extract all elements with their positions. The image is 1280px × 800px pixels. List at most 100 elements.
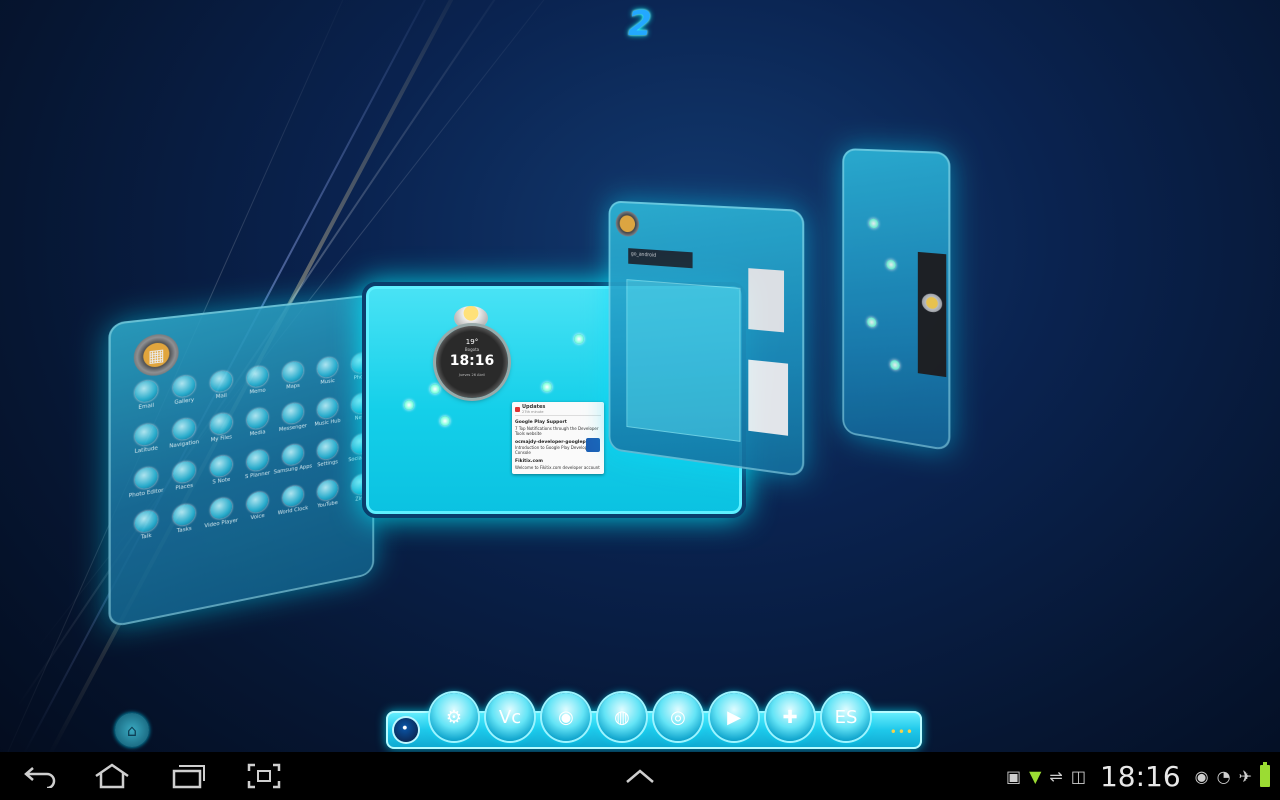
file-browser-bar: go_android bbox=[628, 248, 693, 269]
app-icon[interactable]: Maps bbox=[277, 360, 308, 392]
recent-apps-icon[interactable] bbox=[168, 762, 208, 790]
battery-icon bbox=[1260, 762, 1270, 787]
app-label: Latitude bbox=[134, 445, 158, 455]
play-store-icon[interactable]: ▶ bbox=[710, 693, 758, 741]
app-icon-image bbox=[317, 397, 338, 420]
widget-icon[interactable] bbox=[890, 359, 900, 371]
status-time: 18:16 bbox=[1099, 759, 1181, 793]
app-label: Tasks bbox=[176, 525, 192, 535]
chrome-icon[interactable]: ◎ bbox=[654, 693, 702, 741]
app-label: World Clock bbox=[277, 505, 309, 517]
chevron-up-icon[interactable] bbox=[620, 762, 660, 790]
maps-icon[interactable]: ✚ bbox=[766, 693, 814, 741]
app-icon[interactable]: Memo bbox=[242, 365, 274, 397]
clock-temperature: 19° bbox=[465, 338, 479, 346]
app-icon-image bbox=[210, 454, 233, 478]
app-label: Music Hub bbox=[314, 418, 341, 428]
app-icon-image bbox=[247, 407, 269, 430]
notification-item[interactable]: Fikitix.com Welcome to Fikitix.com devel… bbox=[515, 458, 601, 470]
app-label: S Planner bbox=[245, 470, 271, 481]
usb-notification-icon: ⇌ bbox=[1049, 766, 1063, 786]
widget-icon[interactable] bbox=[404, 400, 414, 410]
wifi-icon: ◔ bbox=[1216, 766, 1231, 786]
app-icon[interactable]: Mail bbox=[205, 369, 237, 402]
app-icon[interactable]: Latitude bbox=[129, 422, 163, 456]
app-icon[interactable]: Samsung Apps bbox=[274, 442, 312, 476]
app-icon-image bbox=[282, 484, 304, 508]
clock-time: 18:16 bbox=[449, 353, 495, 369]
facebook-icon[interactable] bbox=[542, 382, 552, 392]
home-icon[interactable] bbox=[92, 762, 132, 790]
app-icon[interactable]: Tasks bbox=[168, 502, 201, 536]
screen-far-right-preview[interactable] bbox=[842, 148, 951, 452]
app-icon[interactable]: My Files bbox=[205, 411, 237, 444]
app-icon[interactable]: Gallery bbox=[168, 374, 201, 407]
play-store-icon-glyph: ▶ bbox=[727, 706, 741, 728]
vc-app-icon[interactable]: Vc bbox=[486, 693, 534, 741]
app-icon-image bbox=[282, 443, 304, 467]
app-label: Photo Editor bbox=[128, 487, 164, 500]
es-file-explorer-icon[interactable]: ES bbox=[822, 693, 870, 741]
app-icon[interactable]: Email bbox=[129, 379, 163, 412]
weather-widget[interactable] bbox=[917, 251, 947, 378]
app-label: Media bbox=[249, 429, 266, 438]
app-label: YouTube bbox=[317, 500, 338, 510]
app-icon[interactable]: Navigation bbox=[168, 417, 201, 450]
dock-more-icon[interactable]: ••• bbox=[890, 725, 914, 739]
app-icon[interactable]: World Clock bbox=[277, 484, 308, 517]
app-icon[interactable]: Music Hub bbox=[312, 396, 342, 428]
app-icon-image bbox=[317, 356, 338, 379]
home-icon[interactable] bbox=[615, 210, 640, 238]
widget-icon[interactable] bbox=[430, 384, 440, 394]
app-icon[interactable]: S Note bbox=[205, 453, 237, 486]
app-icon-image bbox=[247, 448, 269, 472]
back-icon[interactable] bbox=[22, 762, 58, 790]
widget-icon[interactable] bbox=[868, 218, 879, 229]
app-icon[interactable]: YouTube bbox=[312, 478, 342, 511]
screen-right-preview[interactable]: go_android bbox=[608, 200, 805, 478]
camera-icon-glyph: ◉ bbox=[558, 706, 574, 728]
app-icon-image bbox=[282, 360, 304, 384]
notification-widget[interactable]: Updates 27th minute Google Play Support … bbox=[512, 402, 604, 474]
app-label: Mail bbox=[215, 392, 227, 401]
camera-icon[interactable]: ◉ bbox=[542, 693, 590, 741]
app-icon[interactable]: Media bbox=[242, 406, 274, 439]
app-icon[interactable]: Talk bbox=[129, 508, 163, 543]
screen-left-preview[interactable]: ▦ EmailGalleryMailMemoMapsMusicPhoneLati… bbox=[108, 294, 375, 629]
app-icon[interactable]: Places bbox=[168, 459, 201, 493]
weather-sun-icon bbox=[921, 292, 943, 314]
app-label: Places bbox=[175, 482, 193, 492]
app-window-preview bbox=[626, 279, 741, 442]
screenshot-icon[interactable] bbox=[246, 762, 282, 790]
app-icon-image bbox=[173, 460, 196, 484]
lock-icon[interactable]: ⌂ bbox=[115, 713, 149, 747]
widget-icon[interactable] bbox=[866, 316, 877, 328]
app-icon[interactable]: Voice bbox=[242, 490, 274, 523]
app-icon-image bbox=[210, 496, 233, 521]
browser-globe-icon[interactable]: ◍ bbox=[598, 693, 646, 741]
notification-item[interactable]: Google Play Support 7 Top Notifications … bbox=[515, 419, 601, 436]
app-icon-image bbox=[173, 417, 196, 441]
app-drawer-icon[interactable]: ▦ bbox=[133, 331, 179, 379]
app-label: Talk bbox=[140, 532, 152, 541]
launcher-menu-icon[interactable] bbox=[394, 718, 418, 742]
app-icon[interactable]: Messenger bbox=[277, 401, 308, 433]
app-icon-image bbox=[134, 509, 158, 534]
widget-icon[interactable] bbox=[440, 416, 450, 426]
widget-icon[interactable] bbox=[574, 334, 584, 344]
status-area[interactable]: ▣ ▼ ⇌ ◫ 18:16 ◉ ◔ ✈ bbox=[1006, 759, 1270, 793]
gmail-icon bbox=[515, 406, 520, 412]
app-icon[interactable]: Photo Editor bbox=[129, 465, 163, 499]
app-icon[interactable]: Settings bbox=[312, 437, 342, 469]
maps-icon-glyph: ✚ bbox=[782, 706, 798, 728]
clock-widget[interactable]: 19° Bogota 18:16 Jueves 26 Abril bbox=[436, 326, 508, 398]
app-icon[interactable]: S Planner bbox=[242, 448, 274, 481]
app-label: S Note bbox=[212, 476, 231, 486]
vc-app-icon-glyph: Vc bbox=[498, 706, 522, 728]
app-icon[interactable]: Music bbox=[312, 356, 342, 387]
settings-icon[interactable]: ⚙ bbox=[430, 693, 478, 741]
app-label: My Files bbox=[210, 434, 232, 444]
es-file-explorer-icon-glyph: ES bbox=[834, 706, 858, 728]
widget-icon[interactable] bbox=[886, 259, 896, 271]
app-icon[interactable]: Video Player bbox=[204, 496, 238, 530]
